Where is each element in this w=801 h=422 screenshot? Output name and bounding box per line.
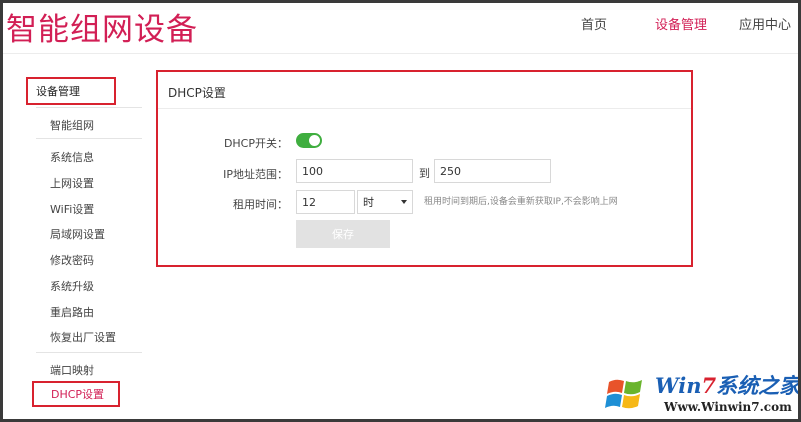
sidebar-item-internet-settings[interactable]: 上网设置 — [50, 175, 94, 191]
sidebar-item-wifi-settings[interactable]: WiFi设置 — [50, 201, 94, 217]
toggle-knob — [309, 135, 320, 146]
watermark-url: Www.Winwin7.com — [664, 400, 792, 414]
ip-range-start-input[interactable]: 100 — [296, 159, 413, 183]
lease-unit-value: 时 — [363, 196, 374, 209]
chevron-down-icon — [401, 200, 407, 204]
sidebar-divider — [36, 138, 142, 139]
dhcp-switch-toggle[interactable] — [296, 133, 322, 148]
sidebar-item-smart-network[interactable]: 智能组网 — [50, 117, 94, 133]
ip-range-label: IP地址范围： — [223, 168, 288, 181]
panel-title: DHCP设置 — [168, 86, 226, 100]
windows-logo-icon — [605, 379, 642, 409]
ip-range-end-input[interactable]: 250 — [434, 159, 551, 183]
sidebar-item-reboot[interactable]: 重启路由 — [50, 304, 94, 320]
lease-unit-select[interactable]: 时 — [357, 190, 413, 214]
sidebar-item-change-password[interactable]: 修改密码 — [50, 252, 94, 268]
panel-divider — [158, 108, 691, 109]
sidebar-heading[interactable]: 设备管理 — [26, 77, 116, 105]
top-nav: 首页 设备管理 应用中心 — [0, 14, 801, 34]
sidebar-item-system-upgrade[interactable]: 系统升级 — [50, 278, 94, 294]
sidebar-divider — [36, 352, 142, 353]
sidebar-item-system-info[interactable]: 系统信息 — [50, 149, 94, 165]
sidebar-divider — [36, 107, 142, 108]
dhcp-settings-panel: DHCP设置 DHCP开关： IP地址范围： 100 到 250 租用时间： 1… — [156, 70, 693, 267]
dhcp-switch-label: DHCP开关： — [223, 137, 288, 150]
sidebar: 设备管理 智能组网 系统信息 上网设置 WiFi设置 局域网设置 修改密码 系统… — [22, 74, 144, 419]
lease-time-hint: 租用时间到期后,设备会重新获取IP,不会影响上网 — [424, 197, 618, 207]
lease-time-input[interactable]: 12 — [296, 190, 355, 214]
watermark-title: Win7系统之家 — [655, 373, 801, 398]
save-button[interactable]: 保存 — [296, 220, 390, 248]
header-divider — [3, 53, 798, 54]
range-to-label: 到 — [419, 167, 430, 180]
sidebar-item-dhcp-settings[interactable]: DHCP设置 — [32, 381, 120, 407]
sidebar-item-lan-settings[interactable]: 局域网设置 — [50, 226, 105, 242]
nav-app-center[interactable]: 应用中心 — [739, 14, 791, 33]
lease-time-label: 租用时间： — [233, 198, 288, 211]
sidebar-item-port-mapping[interactable]: 端口映射 — [50, 362, 94, 378]
nav-home[interactable]: 首页 — [581, 14, 607, 33]
nav-device-management[interactable]: 设备管理 — [655, 14, 707, 33]
sidebar-item-factory-reset[interactable]: 恢复出厂设置 — [50, 329, 116, 345]
